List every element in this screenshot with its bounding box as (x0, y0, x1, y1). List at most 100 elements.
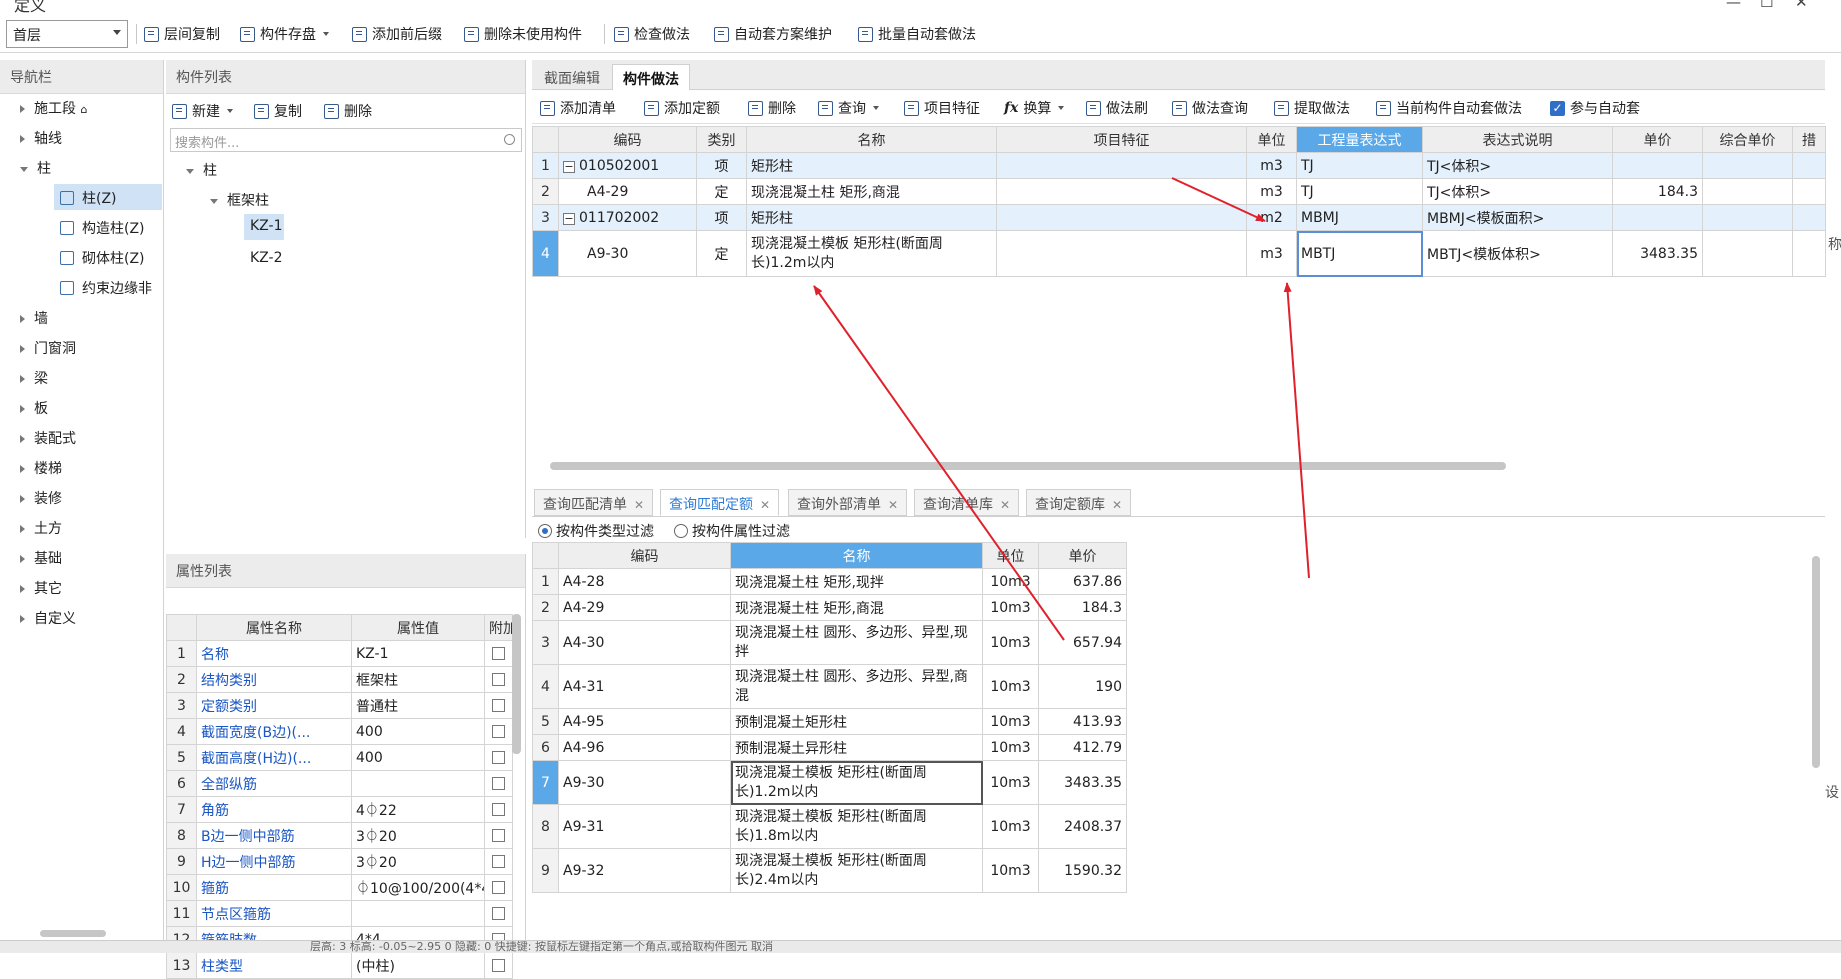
code-cell[interactable]: A4-30 (558, 620, 731, 665)
property-row[interactable]: 9 H边一侧中部筋 3⏀20 (166, 848, 513, 875)
code-cell[interactable]: A9-31 (558, 804, 731, 849)
code-cell[interactable]: A4-31 (558, 664, 731, 709)
code-cell[interactable]: A4-29 (558, 594, 731, 621)
add-prefix-suffix-button[interactable]: 添加前后缀 (352, 23, 442, 45)
collapse-box-icon[interactable]: − (563, 160, 575, 173)
nav-item-beam[interactable]: 梁 (20, 368, 48, 388)
add-bill-button[interactable]: 添加清单 (540, 97, 616, 119)
expr-cell[interactable]: TJ (1296, 178, 1423, 205)
nav-scrollbar[interactable] (40, 930, 106, 937)
query-row[interactable]: 5 A4-95 预制混凝土矩形柱 10m3 413.93 (532, 708, 1127, 735)
attach-checkbox[interactable] (484, 692, 513, 719)
property-value[interactable]: 400 (351, 744, 485, 771)
participate-auto-checkbox[interactable]: ✓ 参与自动套 (1550, 97, 1640, 119)
minimize-icon[interactable]: — (1726, 0, 1741, 11)
close-icon[interactable]: ✕ (634, 498, 644, 512)
query-row[interactable]: 2 A4-29 现浇混凝土柱 矩形,商混 10m3 184.3 (532, 594, 1127, 621)
nav-item-other[interactable]: 其它 (20, 578, 62, 598)
code-cell[interactable]: A4-95 (558, 708, 731, 735)
feature-cell[interactable] (996, 178, 1247, 205)
property-row[interactable]: 2 结构类别 框架柱 (166, 666, 513, 693)
method-row[interactable]: 1−010502001 项矩形柱 m3 TJ TJ<体积> (532, 152, 1826, 179)
tab-match-quota[interactable]: 查询匹配定额 ✕ (660, 489, 780, 516)
close-icon[interactable]: ✕ (1112, 498, 1122, 512)
unit-cell[interactable]: m3 (1246, 178, 1297, 205)
method-row[interactable]: 4 A9-30 定现浇混凝土模板 矩形柱(断面周长)1.2m以内 m3 MBTJ MBTJ… (532, 230, 1826, 277)
nav-item-prefab[interactable]: 装配式 (20, 428, 76, 448)
extract-method-button[interactable]: 提取做法 (1274, 97, 1350, 119)
name-cell[interactable]: 矩形柱 (746, 152, 997, 179)
method-query-button[interactable]: 做法查询 (1172, 97, 1248, 119)
property-value[interactable]: 400 (351, 718, 485, 745)
name-cell[interactable]: 现浇混凝土柱 圆形、多边形、异型,现拌 (730, 620, 983, 665)
query-button[interactable]: 查询 (818, 97, 879, 119)
name-cell[interactable]: 预制混凝土矩形柱 (730, 708, 983, 735)
name-cell[interactable]: 现浇混凝土柱 矩形,商混 (746, 178, 997, 205)
nav-sub-constructional-column[interactable]: 构造柱(Z) (60, 218, 145, 238)
feature-cell[interactable] (996, 204, 1247, 231)
name-cell[interactable]: 预制混凝土异形柱 (730, 734, 983, 761)
name-cell[interactable]: 现浇混凝土模板 矩形柱(断面周长)1.2m以内 (746, 230, 997, 277)
query-row[interactable]: 6 A4-96 预制混凝土异形柱 10m3 412.79 (532, 734, 1127, 761)
property-value[interactable]: KZ-1 (351, 640, 485, 667)
code-cell[interactable]: −011702002 (558, 204, 697, 231)
code-cell[interactable]: A4-29 (558, 178, 697, 205)
code-cell[interactable]: A9-32 (558, 848, 731, 893)
name-cell[interactable]: 矩形柱 (746, 204, 997, 231)
attach-checkbox[interactable] (484, 822, 513, 849)
attach-checkbox[interactable] (484, 666, 513, 693)
name-cell[interactable]: 现浇混凝土柱 矩形,商混 (730, 594, 983, 621)
filter-by-attr-radio[interactable]: 按构件属性过滤 (674, 521, 790, 541)
auto-apply-current-button[interactable]: 当前构件自动套做法 (1376, 97, 1522, 119)
header-cell-sorted[interactable]: 名称 (730, 542, 983, 569)
property-row[interactable]: 4 截面宽度(B边)(... 400 (166, 718, 513, 745)
filter-by-type-radio[interactable]: 按构件类型过滤 (538, 521, 654, 541)
code-cell[interactable]: A9-30 (558, 230, 697, 277)
property-value[interactable]: 3⏀20 (351, 822, 485, 849)
close-icon[interactable]: ✕ (888, 498, 898, 512)
check-method-button[interactable]: 检查做法 (614, 23, 690, 45)
header-cell[interactable]: 工程量表达式 (1296, 126, 1423, 153)
nav-item-foundation[interactable]: 基础 (20, 548, 62, 568)
delete-component-button[interactable]: 删除 (324, 100, 372, 122)
save-component-button[interactable]: 构件存盘 (240, 23, 329, 45)
maximize-icon[interactable]: ☐ (1760, 0, 1773, 11)
batch-auto-method-button[interactable]: 批量自动套做法 (858, 23, 976, 45)
tab-section-edit[interactable]: 截面编辑 (534, 64, 610, 90)
tab-external-bill[interactable]: 查询外部清单 ✕ (788, 489, 908, 516)
method-row[interactable]: 3−011702002 项矩形柱 m2 MBMJ MBMJ<模板面积> (532, 204, 1826, 231)
tree-node-frame-column[interactable]: 框架柱 (210, 190, 269, 210)
property-row[interactable]: 8 B边一侧中部筋 3⏀20 (166, 822, 513, 849)
property-row[interactable]: 5 截面高度(H边)(... 400 (166, 744, 513, 771)
feature-cell[interactable] (996, 230, 1247, 277)
nav-item-custom[interactable]: 自定义 (20, 608, 76, 628)
collapse-box-icon[interactable]: − (563, 212, 575, 225)
query-row[interactable]: 8 A9-31 现浇混凝土模板 矩形柱(断面周长)1.8m以内 10m3 2408.37 (532, 804, 1127, 849)
floor-select[interactable]: 首层 (6, 20, 128, 48)
property-row[interactable]: 7 角筋 4⏀22 (166, 796, 513, 823)
delete-row-button[interactable]: 删除 (748, 97, 796, 119)
unit-cell[interactable]: m3 (1246, 152, 1297, 179)
code-cell[interactable]: A9-30 (558, 760, 731, 805)
item-feature-button[interactable]: 项目特征 (904, 97, 980, 119)
property-row[interactable]: 3 定额类别 普通柱 (166, 692, 513, 719)
tab-component-method[interactable]: 构件做法 (612, 64, 690, 90)
name-cell[interactable]: 现浇混凝土柱 矩形,现拌 (730, 568, 983, 595)
attach-checkbox[interactable] (484, 640, 513, 667)
query-row[interactable]: 3 A4-30 现浇混凝土柱 圆形、多边形、异型,现拌 10m3 657.94 (532, 620, 1127, 665)
convert-button[interactable]: fx 换算 (1004, 97, 1065, 119)
attach-checkbox[interactable] (484, 718, 513, 745)
nav-item-door-window[interactable]: 门窗洞 (20, 338, 76, 358)
attach-checkbox[interactable] (484, 900, 513, 927)
attach-checkbox[interactable] (484, 770, 513, 797)
property-value[interactable]: (中柱) (351, 952, 485, 979)
nav-item-construction-section[interactable]: 施工段 ⌂ (20, 98, 87, 118)
attach-checkbox[interactable] (484, 952, 513, 979)
auto-scheme-button[interactable]: 自动套方案维护 (714, 23, 832, 45)
property-value[interactable]: 4⏀22 (351, 796, 485, 823)
property-scrollbar[interactable] (512, 614, 521, 754)
expr-cell[interactable]: MBMJ (1296, 204, 1423, 231)
copy-component-button[interactable]: 复制 (254, 100, 302, 122)
query-row[interactable]: 9 A9-32 现浇混凝土模板 矩形柱(断面周长)2.4m以内 10m3 1590.32 (532, 848, 1127, 893)
attach-checkbox[interactable] (484, 874, 513, 901)
